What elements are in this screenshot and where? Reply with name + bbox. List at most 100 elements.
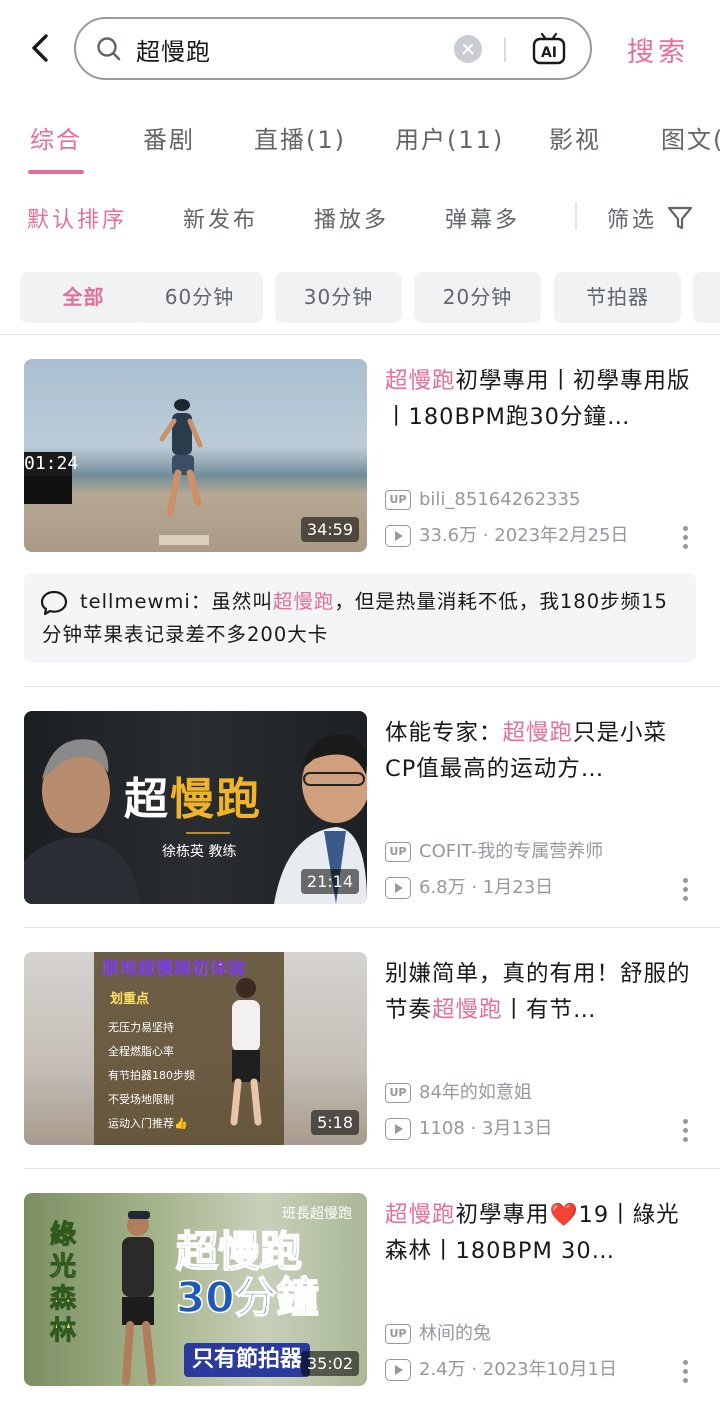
comment-user[interactable]: tellmewmi： [42, 590, 211, 613]
video-author[interactable]: UP 林间的兔 [385, 1320, 491, 1348]
search-input[interactable]: 超慢跑 AI [74, 17, 592, 80]
tab-users[interactable]: 用户(11) [395, 120, 504, 155]
comment-highlight: 超慢跑 [272, 590, 335, 613]
filter-icon[interactable] [666, 204, 694, 232]
video-duration: 5:18 [311, 1110, 359, 1135]
video-thumbnail[interactable]: 01:24 34:59 [24, 359, 367, 552]
tab-live[interactable]: 直播(1) [254, 120, 346, 155]
sort-newest[interactable]: 新发布 [183, 202, 258, 234]
channel-tag: 班長超慢跑 [282, 1206, 352, 1222]
play-count-icon [385, 1118, 411, 1140]
author-name: bili_85164262335 [419, 489, 581, 510]
tab-film[interactable]: 影视 [549, 120, 601, 155]
video-author[interactable]: UP bili_85164262335 [385, 486, 580, 514]
more-options-icon[interactable] [683, 878, 689, 904]
tab-all[interactable]: 综合 [30, 120, 82, 155]
comment-text: tellmewmi：虽然叫超慢跑，但是热量消耗不低，我180步频15分钟苹果表记… [42, 585, 682, 651]
duration-chips: 全部 60分钟 30分钟 20分钟 节拍器 [0, 272, 720, 324]
point-item: 全程燃脂心率 [108, 1045, 174, 1058]
title-highlight: 超慢跑 [385, 368, 456, 394]
clear-icon[interactable] [454, 35, 482, 63]
play-count-icon [385, 1359, 411, 1381]
author-name: 84年的如意姐 [419, 1082, 532, 1103]
video-title[interactable]: 体能专家：超慢跑只是小菜 CP值最高的运动方… [385, 715, 700, 787]
author-name: COFIT-我的专属营养师 [419, 841, 604, 862]
sort-bar: 默认排序 新发布 播放多 弹幕多 筛选 [0, 192, 720, 242]
thumbnail-title-white: 超 [124, 774, 170, 825]
divider [504, 38, 506, 62]
thumbnail-points: 无压力易坚持 全程燃脂心率 有节拍器180步频 不受场地限制 运动入门推荐👍 [108, 1016, 195, 1136]
point-item: 有节拍器180步频 [108, 1069, 195, 1082]
video-title[interactable]: 超慢跑初學專用丨初學專用版丨180BPM跑30分鐘… [385, 363, 700, 435]
up-icon: UP [385, 1324, 411, 1344]
filter-button[interactable]: 筛选 [607, 202, 657, 234]
back-arrow-icon[interactable] [24, 28, 60, 68]
thumbnail-label: 划重点 [110, 992, 150, 1007]
chip-metronome[interactable]: 节拍器 [554, 272, 681, 323]
title-highlight: 超慢跑 [385, 1202, 456, 1228]
comment-snippet[interactable]: tellmewmi：虽然叫超慢跑，但是热量消耗不低，我180步频15分钟苹果表记… [24, 573, 696, 663]
chip-more[interactable] [693, 272, 720, 323]
title-highlight: 超慢跑 [432, 997, 503, 1023]
comment-body: 虽然叫 [211, 590, 273, 613]
tab-articles[interactable]: 图文( [661, 120, 720, 155]
play-count-icon [385, 525, 411, 547]
tab-bangumi[interactable]: 番剧 [143, 120, 195, 155]
video-title[interactable]: 超慢跑初學專用❤️19丨綠光森林丨180BPM 30… [385, 1197, 700, 1269]
svg-text:AI: AI [541, 45, 557, 61]
person-figure [230, 978, 262, 1126]
divider [24, 927, 720, 928]
stats-text: 2.4万 · 2023年10月1日 [419, 1359, 617, 1380]
watch-display [24, 476, 72, 504]
more-options-icon[interactable] [683, 526, 689, 552]
video-stats: 6.8万 · 1月23日 [385, 874, 553, 902]
more-options-icon[interactable] [683, 1360, 689, 1386]
thumbnail-subtitle: 徐栋英 教练 [162, 844, 237, 860]
video-duration: 21:14 [300, 869, 359, 894]
divider [24, 686, 720, 687]
thumbnail-title: 超慢跑 [124, 763, 262, 827]
thumbnail-title-line: 30分鐘 [175, 1273, 319, 1322]
divider [0, 334, 720, 335]
video-thumbnail[interactable]: 超慢跑 徐栋英 教练 21:14 [24, 711, 367, 904]
ai-search-icon[interactable]: AI [531, 31, 567, 67]
thumbnail-title-gold: 慢跑 [170, 774, 262, 825]
up-icon: UP [385, 1083, 411, 1103]
result-tabs: 综合 番剧 直播(1) 用户(11) 影视 图文( [0, 114, 720, 178]
thumbnail-banner: 只有節拍器 [184, 1343, 311, 1377]
sort-default[interactable]: 默认排序 [27, 202, 127, 234]
video-stats: 2.4万 · 2023年10月1日 [385, 1356, 617, 1384]
chip-30min[interactable]: 30分钟 [275, 272, 402, 323]
video-thumbnail[interactable]: 綠光森林 班長超慢跑 超慢跑 30分鐘 只有節拍器 35:02 [24, 1193, 367, 1386]
point-item: 运动入门推荐👍 [108, 1117, 188, 1130]
search-query[interactable]: 超慢跑 [136, 32, 211, 67]
search-header: 超慢跑 AI 搜索 [0, 0, 720, 98]
video-title[interactable]: 别嫌简单，真的有用！舒服的节奏超慢跑丨有节… [385, 956, 700, 1028]
title-text-rest: 丨有节… [502, 997, 597, 1023]
search-icon [97, 37, 121, 61]
search-button[interactable]: 搜索 [627, 30, 689, 69]
stats-text: 1108 · 3月13日 [419, 1118, 553, 1139]
video-author[interactable]: UP COFIT-我的专属营养师 [385, 838, 603, 866]
point-item: 无压力易坚持 [108, 1021, 174, 1034]
chip-20min[interactable]: 20分钟 [414, 272, 541, 323]
video-duration: 35:02 [300, 1351, 359, 1376]
divider [24, 1168, 720, 1169]
chip-all[interactable]: 全部 [20, 272, 147, 323]
up-icon: UP [385, 842, 411, 862]
stats-text: 6.8万 · 1月23日 [419, 877, 554, 898]
video-author[interactable]: UP 84年的如意姐 [385, 1079, 532, 1107]
video-thumbnail[interactable]: 原地超慢跑初体验 划重点 无压力易坚持 全程燃脂心率 有节拍器180步频 不受场… [24, 952, 367, 1145]
more-options-icon[interactable] [683, 1119, 689, 1145]
runner-figure [122, 1211, 156, 1385]
chip-60min[interactable]: 60分钟 [136, 272, 263, 323]
up-icon: UP [385, 490, 411, 510]
sort-most-played[interactable]: 播放多 [314, 202, 389, 234]
play-count-icon [385, 877, 411, 899]
sort-most-danmaku[interactable]: 弹幕多 [445, 202, 520, 234]
title-highlight: 超慢跑 [502, 720, 574, 746]
video-duration: 34:59 [300, 517, 359, 542]
tab-indicator [28, 170, 84, 174]
divider [575, 202, 577, 230]
point-item: 不受场地限制 [108, 1093, 174, 1106]
